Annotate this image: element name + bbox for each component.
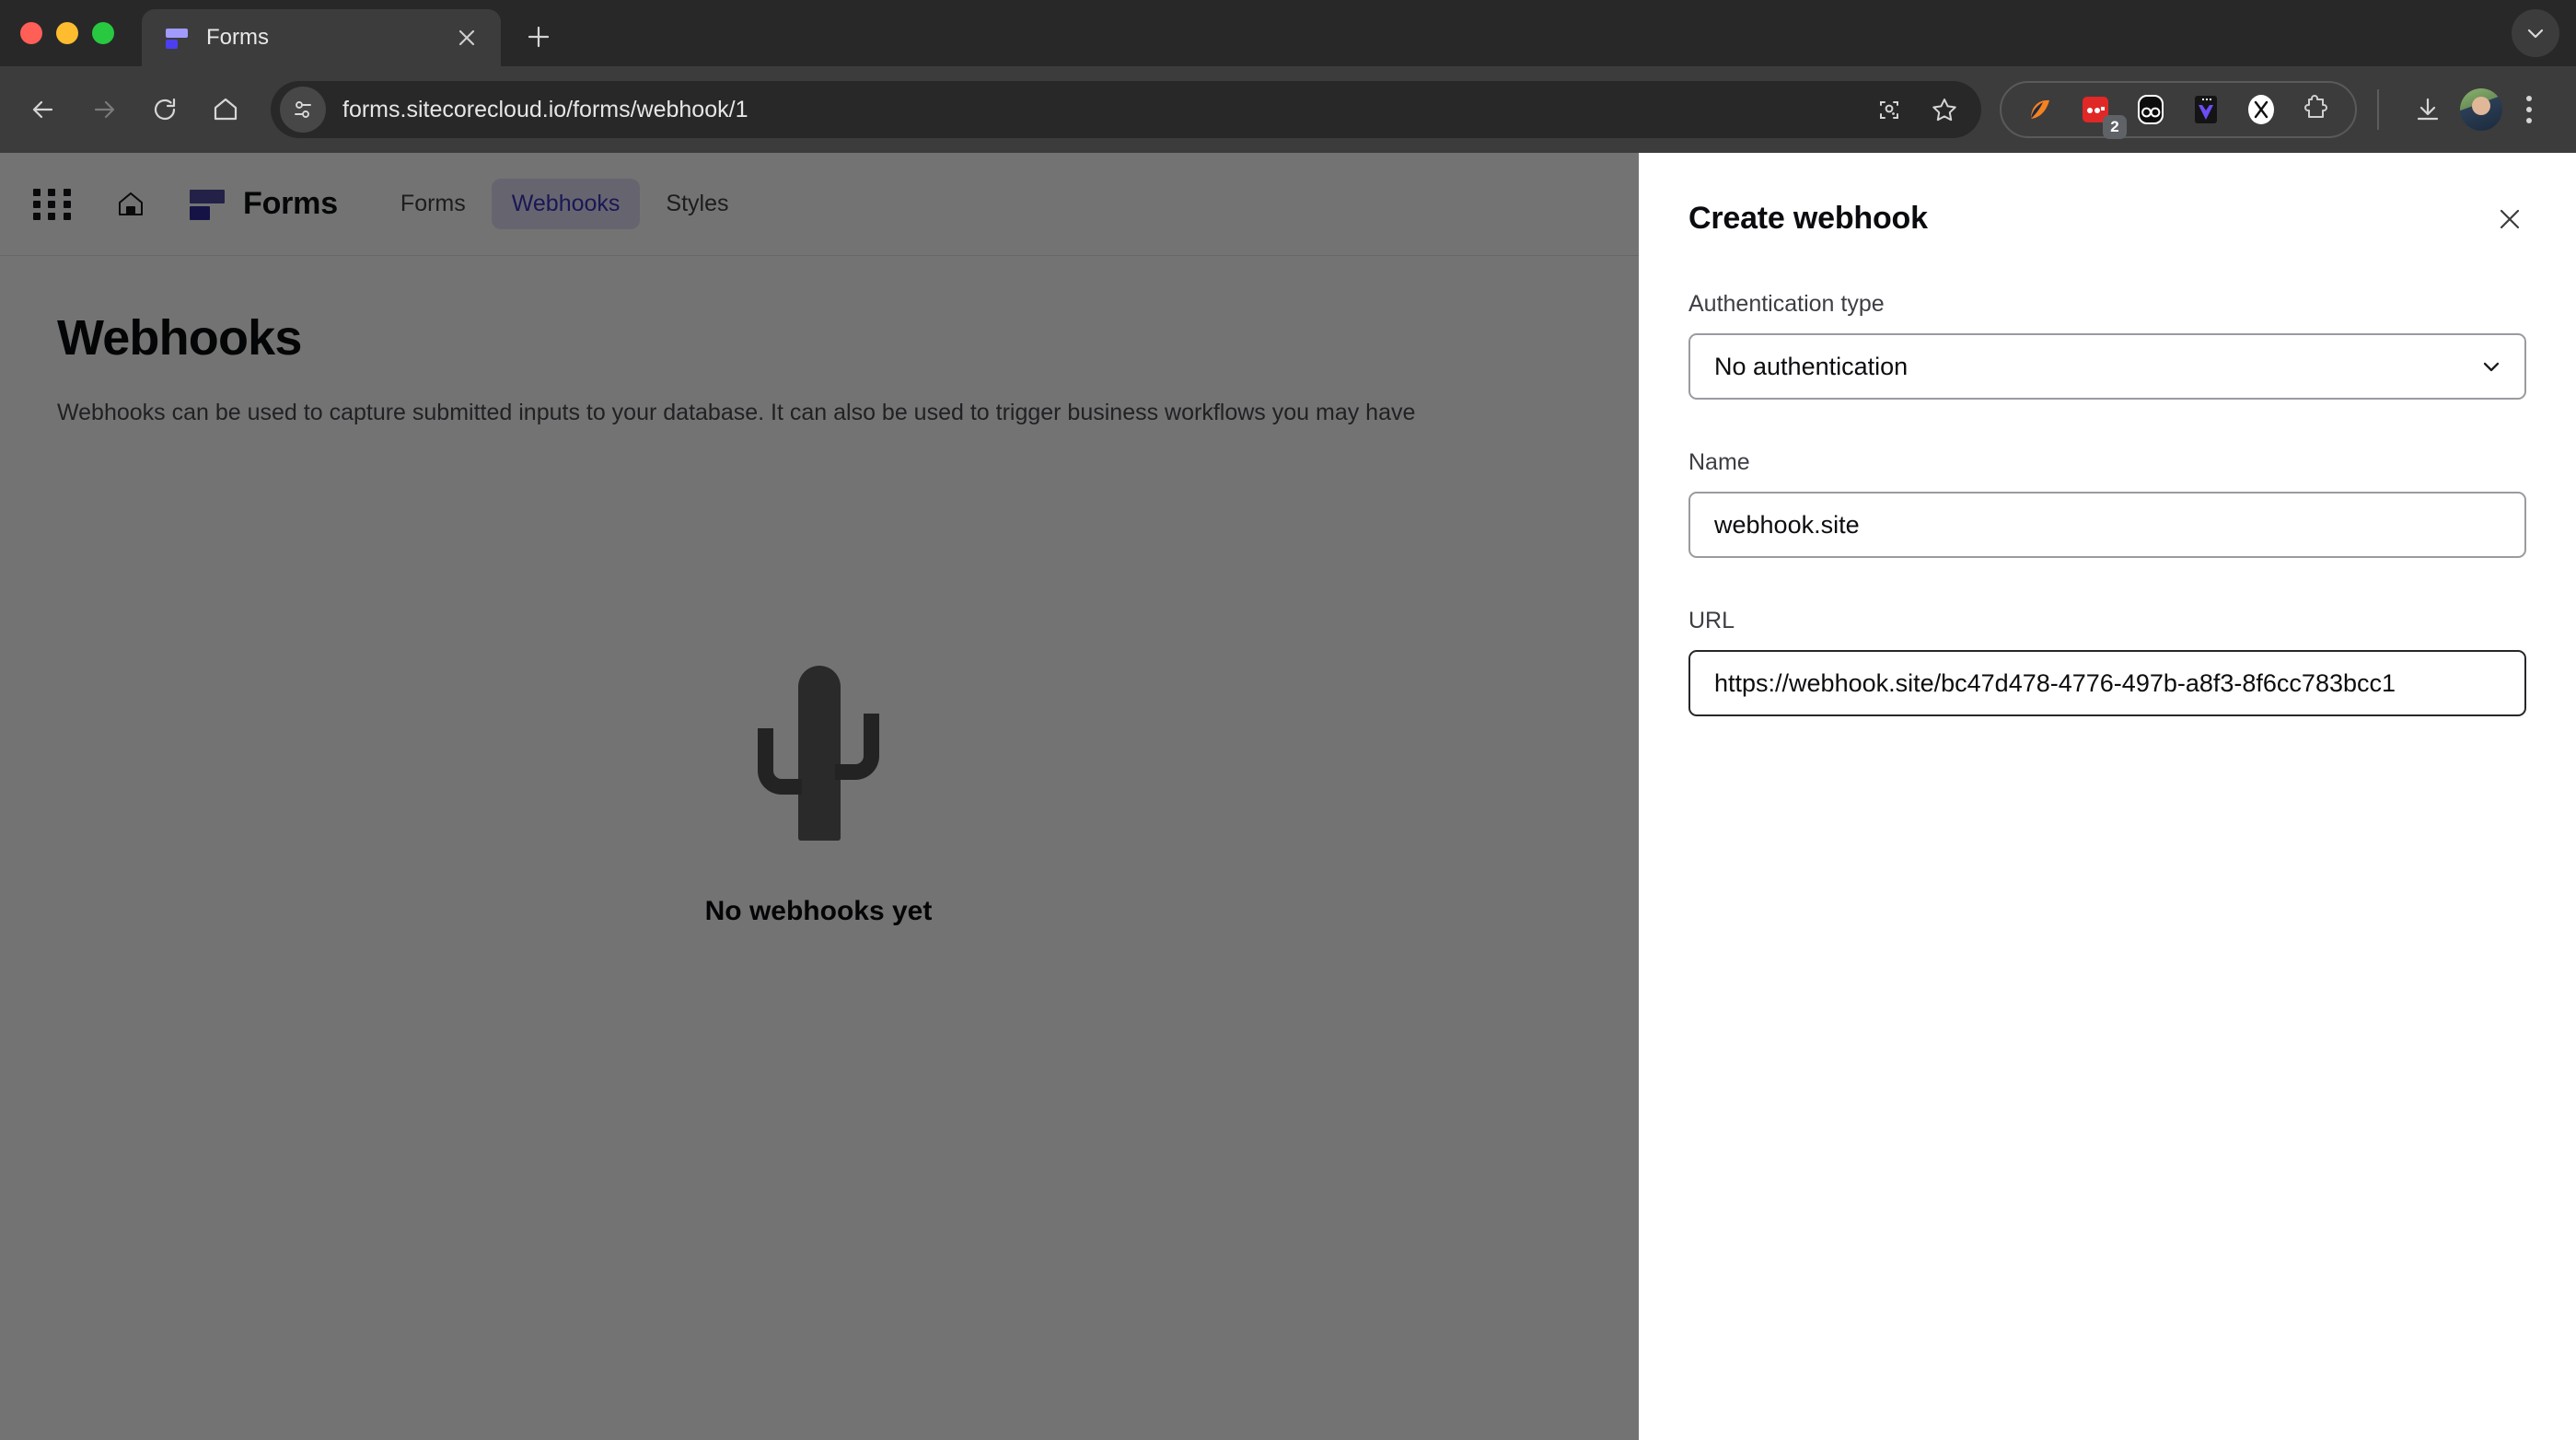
download-icon[interactable] <box>2399 81 2456 138</box>
close-window-button[interactable] <box>20 22 42 44</box>
chevron-down-icon <box>2478 354 2504 379</box>
name-input-value: webhook.site <box>1714 510 1860 539</box>
name-field: Name webhook.site <box>1688 449 2526 558</box>
url-input[interactable]: https://webhook.site/bc47d478-4776-497b-… <box>1688 650 2526 716</box>
extensions-pill: 2 <box>2000 81 2357 139</box>
new-tab-button[interactable] <box>514 12 563 62</box>
x-extension-icon[interactable] <box>2241 89 2281 130</box>
chevron-down-icon[interactable] <box>2512 9 2559 57</box>
url-input-value: https://webhook.site/bc47d478-4776-497b-… <box>1714 668 2396 697</box>
google-lens-icon[interactable] <box>1865 86 1913 134</box>
page-body: Forms Forms Webhooks Styles Webhooks Web… <box>0 153 2576 1440</box>
authentication-type-select[interactable]: No authentication <box>1688 333 2526 400</box>
close-icon[interactable] <box>2488 197 2532 241</box>
maximize-window-button[interactable] <box>92 22 114 44</box>
authentication-type-field: Authentication type No authentication <box>1688 291 2526 400</box>
name-label: Name <box>1688 449 1750 475</box>
tab-list: Forms <box>142 0 563 66</box>
browser-window: Forms forms.sitecorecloud.io/forms/webho… <box>0 0 2576 1440</box>
forward-arrow-icon[interactable] <box>75 81 133 138</box>
red-extension-icon[interactable]: 2 <box>2075 89 2127 139</box>
purple-app-extension-icon[interactable] <box>2186 89 2226 130</box>
oo-extension-icon[interactable] <box>2130 89 2171 130</box>
toolbar-divider <box>2377 89 2379 130</box>
star-icon[interactable] <box>1920 86 1968 134</box>
extension-badge-count: 2 <box>2103 115 2127 139</box>
back-arrow-icon[interactable] <box>15 81 72 138</box>
puzzle-extensions-icon[interactable] <box>2296 89 2337 130</box>
url-label: URL <box>1688 608 1735 633</box>
sitecore-extension-icon[interactable] <box>2020 89 2060 130</box>
chrome-menu-icon[interactable] <box>2506 87 2552 133</box>
url-field: URL https://webhook.site/bc47d478-4776-4… <box>1688 608 2526 716</box>
url-text: forms.sitecorecloud.io/forms/webhook/1 <box>342 96 748 122</box>
name-input[interactable]: webhook.site <box>1688 492 2526 558</box>
authentication-type-value: No authentication <box>1714 352 1909 380</box>
close-tab-button[interactable] <box>451 22 482 53</box>
create-webhook-panel: Create webhook Authentication type No au… <box>1639 153 2576 1440</box>
omnibox-actions <box>1865 86 1968 134</box>
window-controls <box>20 0 114 66</box>
home-icon[interactable] <box>197 81 254 138</box>
panel-header: Create webhook <box>1688 201 2526 241</box>
forms-logo-icon <box>166 26 190 50</box>
panel-title: Create webhook <box>1688 201 1928 236</box>
browser-tab[interactable]: Forms <box>142 9 501 66</box>
minimize-window-button[interactable] <box>56 22 78 44</box>
address-bar[interactable]: forms.sitecorecloud.io/forms/webhook/1 <box>271 81 1981 138</box>
authentication-type-label: Authentication type <box>1688 291 1885 317</box>
reload-icon[interactable] <box>136 81 193 138</box>
browser-toolbar: forms.sitecorecloud.io/forms/webhook/1 2 <box>0 66 2576 153</box>
profile-avatar[interactable] <box>2460 88 2502 131</box>
tune-site-settings-icon[interactable] <box>280 87 326 133</box>
browser-tab-strip: Forms <box>0 0 2576 66</box>
tab-title: Forms <box>206 25 269 50</box>
